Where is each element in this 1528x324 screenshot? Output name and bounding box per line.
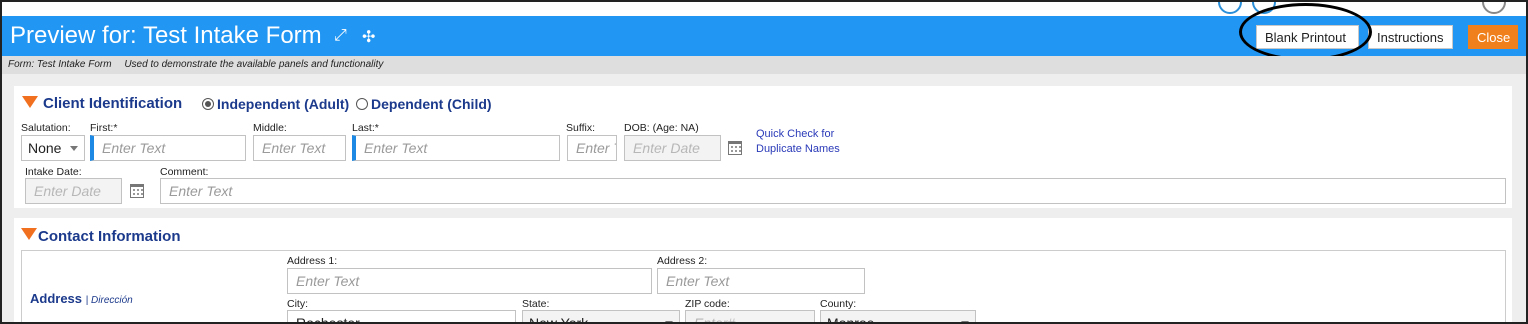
form-description: Used to demonstrate the available panels… — [124, 59, 384, 70]
address1-input[interactable]: Enter Text — [287, 268, 652, 294]
radio-label: Independent (Adult) — [217, 96, 350, 112]
blank-printout-button[interactable]: Blank Printout — [1256, 25, 1359, 49]
middle-name-label: Middle: — [253, 122, 287, 134]
calendar-icon[interactable] — [728, 141, 742, 155]
close-button[interactable]: Close — [1468, 25, 1518, 49]
first-name-label: First:* — [90, 122, 118, 134]
salutation-label: Salutation: — [21, 122, 71, 134]
middle-name-input[interactable]: Enter Text — [253, 135, 346, 161]
radio-label: Dependent (Child) — [371, 96, 492, 112]
radio-dependent-child[interactable]: Dependent (Child) — [356, 96, 492, 112]
first-name-input[interactable]: Enter Text — [90, 135, 246, 161]
address2-input[interactable]: Enter Text — [657, 268, 865, 294]
contact-information-panel: Contact Information Address | Dirección … — [14, 218, 1512, 324]
county-select[interactable]: Monroe — [820, 310, 976, 324]
zip-label: ZIP code: — [685, 298, 730, 310]
top-strip — [2, 2, 1526, 16]
form-description-bar: Form: Test Intake Form Used to demonstra… — [2, 56, 1526, 74]
collapse-triangle-icon[interactable] — [22, 96, 38, 108]
county-value: Monroe — [827, 315, 875, 324]
comment-input[interactable]: Enter Text — [160, 178, 1506, 204]
help-icon[interactable] — [1252, 2, 1276, 14]
zip-input[interactable]: Enter# — [685, 310, 815, 322]
address-group: Address | Dirección Address 1: Enter Tex… — [21, 250, 1506, 324]
quick-check-line-1: Quick Check for — [756, 128, 835, 140]
comment-label: Comment: — [160, 166, 209, 178]
profile-icon[interactable] — [1482, 2, 1506, 14]
county-label: County: — [820, 298, 857, 310]
state-value: New York — [529, 315, 589, 324]
dob-input[interactable]: Enter Date — [624, 135, 721, 161]
calendar-icon[interactable] — [130, 184, 144, 198]
collapse-icon[interactable]: ✣ — [362, 27, 375, 47]
address-alt-label: | Dirección — [85, 295, 133, 306]
suffix-input[interactable]: Enter Text — [567, 135, 617, 161]
preview-header: Preview for: Test Intake Form ⤢ ✣ Blank … — [2, 16, 1526, 56]
form-name: Form: Test Intake Form — [8, 59, 112, 70]
last-name-label: Last:* — [352, 122, 379, 134]
client-identification-panel: Client Identification Independent (Adult… — [14, 86, 1512, 208]
address-label: Address | Dirección — [30, 291, 133, 306]
address-alt-text: Dirección — [91, 295, 133, 306]
app-frame: Preview for: Test Intake Form ⤢ ✣ Blank … — [0, 0, 1528, 324]
state-label: State: — [522, 298, 550, 310]
intake-date-label: Intake Date: — [25, 166, 82, 178]
dob-label: DOB: (Age: NA) — [624, 122, 699, 134]
city-input[interactable]: Rochester — [287, 310, 516, 322]
salutation-select[interactable]: None — [21, 135, 85, 161]
radio-selected-icon — [202, 98, 214, 110]
user-icon[interactable] — [1218, 2, 1242, 14]
last-name-input[interactable]: Enter Text — [352, 135, 560, 161]
page-title: Preview for: Test Intake Form — [10, 22, 322, 49]
collapse-triangle-icon[interactable] — [21, 228, 37, 240]
intake-date-input[interactable]: Enter Date — [25, 178, 122, 204]
instructions-button[interactable]: Instructions — [1368, 25, 1453, 49]
suffix-label: Suffix: — [566, 122, 595, 134]
form-body: Client Identification Independent (Adult… — [2, 74, 1526, 324]
city-label: City: — [287, 298, 308, 310]
quick-check-line-2: Duplicate Names — [756, 143, 840, 155]
address-label-text: Address — [30, 291, 83, 306]
chevron-down-icon — [70, 146, 78, 151]
quick-check-duplicate-names-link[interactable]: Quick Check for Duplicate Names — [756, 127, 840, 157]
radio-independent-adult[interactable]: Independent (Adult) — [202, 96, 349, 112]
state-select[interactable]: New York — [522, 310, 680, 324]
section-title-contact-information: Contact Information — [38, 228, 181, 245]
radio-unselected-icon — [356, 98, 368, 110]
salutation-value: None — [28, 140, 62, 156]
address1-label: Address 1: — [287, 255, 338, 267]
section-title-client-identification: Client Identification — [43, 95, 183, 112]
expand-icon[interactable]: ⤢ — [334, 27, 347, 45]
address2-label: Address 2: — [657, 255, 708, 267]
